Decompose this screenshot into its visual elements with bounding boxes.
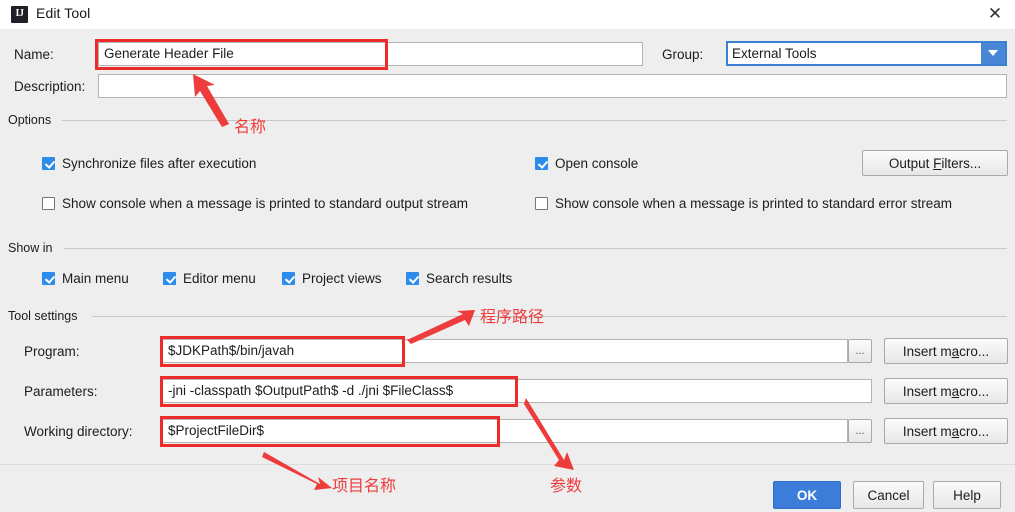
mnemonic-f: F (933, 155, 942, 171)
cancel-button[interactable]: Cancel (853, 481, 924, 509)
parameters-input[interactable]: -jni -classpath $OutputPath$ -d ./jni $F… (162, 379, 872, 403)
program-browse-button[interactable]: ... (848, 339, 872, 363)
checkbox-label: Synchronize files after execution (62, 156, 257, 171)
name-input[interactable]: Generate Header File (98, 42, 643, 66)
window-title: Edit Tool (36, 5, 91, 21)
group-select[interactable]: External Tools (726, 41, 1007, 66)
insert-macro-label: Insert macro... (902, 343, 990, 359)
program-input[interactable]: $JDKPath$/bin/javah (162, 339, 848, 363)
edit-tool-dialog: IJ Edit Tool ✕ Name: Generate Header Fil… (0, 0, 1015, 512)
checkbox-box (163, 272, 176, 285)
checkbox-label: Editor menu (183, 271, 256, 286)
checkbox-open-console[interactable]: Open console (535, 156, 638, 171)
checkbox-synchronize-files[interactable]: Synchronize files after execution (42, 156, 256, 171)
name-label: Name: (14, 47, 54, 62)
close-icon[interactable]: ✕ (981, 2, 1009, 26)
checkbox-editor-menu[interactable]: Editor menu (163, 271, 256, 286)
options-group-title: Options (8, 113, 52, 127)
program-label: Program: (24, 344, 80, 359)
checkbox-box (42, 157, 55, 170)
help-button[interactable]: Help (933, 481, 1001, 509)
checkbox-box (535, 157, 548, 170)
output-filters-button[interactable]: Output Filters... (862, 150, 1008, 176)
working-directory-insert-macro-button[interactable]: Insert macro... (884, 418, 1008, 444)
output-filters-label: Output Filters... (888, 155, 982, 171)
group-label: Group: (662, 47, 704, 62)
checkbox-box (406, 272, 419, 285)
mnemonic-a: a (951, 343, 960, 359)
insert-macro-label: Insert macro... (902, 423, 990, 439)
checkbox-box (282, 272, 295, 285)
options-divider (62, 120, 1007, 121)
intellij-icon: IJ (11, 6, 28, 23)
show-in-divider (64, 248, 1007, 249)
tool-settings-divider (92, 316, 1007, 317)
checkbox-show-console-stderr[interactable]: Show console when a message is printed t… (535, 196, 952, 211)
mnemonic-a: a (951, 383, 960, 399)
description-label: Description: (14, 79, 86, 94)
working-directory-input[interactable]: $ProjectFileDir$ (162, 419, 848, 443)
description-input[interactable] (98, 74, 1007, 98)
checkbox-box (42, 272, 55, 285)
checkbox-label: Show console when a message is printed t… (555, 196, 952, 211)
working-directory-browse-button[interactable]: ... (848, 419, 872, 443)
checkbox-box (42, 197, 55, 210)
tool-settings-group-title: Tool settings (8, 309, 78, 323)
checkbox-label: Main menu (62, 271, 129, 286)
dialog-body: Name: Generate Header File Group: Extern… (0, 29, 1015, 464)
checkbox-box (535, 197, 548, 210)
checkbox-project-views[interactable]: Project views (282, 271, 382, 286)
checkbox-show-console-stdout[interactable]: Show console when a message is printed t… (42, 196, 468, 211)
checkbox-label: Open console (555, 156, 639, 171)
program-insert-macro-button[interactable]: Insert macro... (884, 338, 1008, 364)
ok-button[interactable]: OK (773, 481, 841, 509)
checkbox-label: Project views (302, 271, 382, 286)
group-select-value: External Tools (732, 46, 817, 61)
mnemonic-a: a (951, 423, 960, 439)
show-in-group-title: Show in (8, 241, 53, 255)
checkbox-search-results[interactable]: Search results (406, 271, 512, 286)
parameters-insert-macro-button[interactable]: Insert macro... (884, 378, 1008, 404)
chevron-down-icon[interactable] (981, 43, 1005, 64)
parameters-label: Parameters: (24, 384, 98, 399)
title-bar: IJ Edit Tool ✕ (0, 0, 1015, 29)
checkbox-label: Search results (426, 271, 513, 286)
insert-macro-label: Insert macro... (902, 383, 990, 399)
checkbox-main-menu[interactable]: Main menu (42, 271, 129, 286)
working-directory-label: Working directory: (24, 424, 133, 439)
dialog-footer: http://blog.csdn.net/chao4001 OK Cancel … (0, 464, 1015, 512)
checkbox-label: Show console when a message is printed t… (62, 196, 468, 211)
